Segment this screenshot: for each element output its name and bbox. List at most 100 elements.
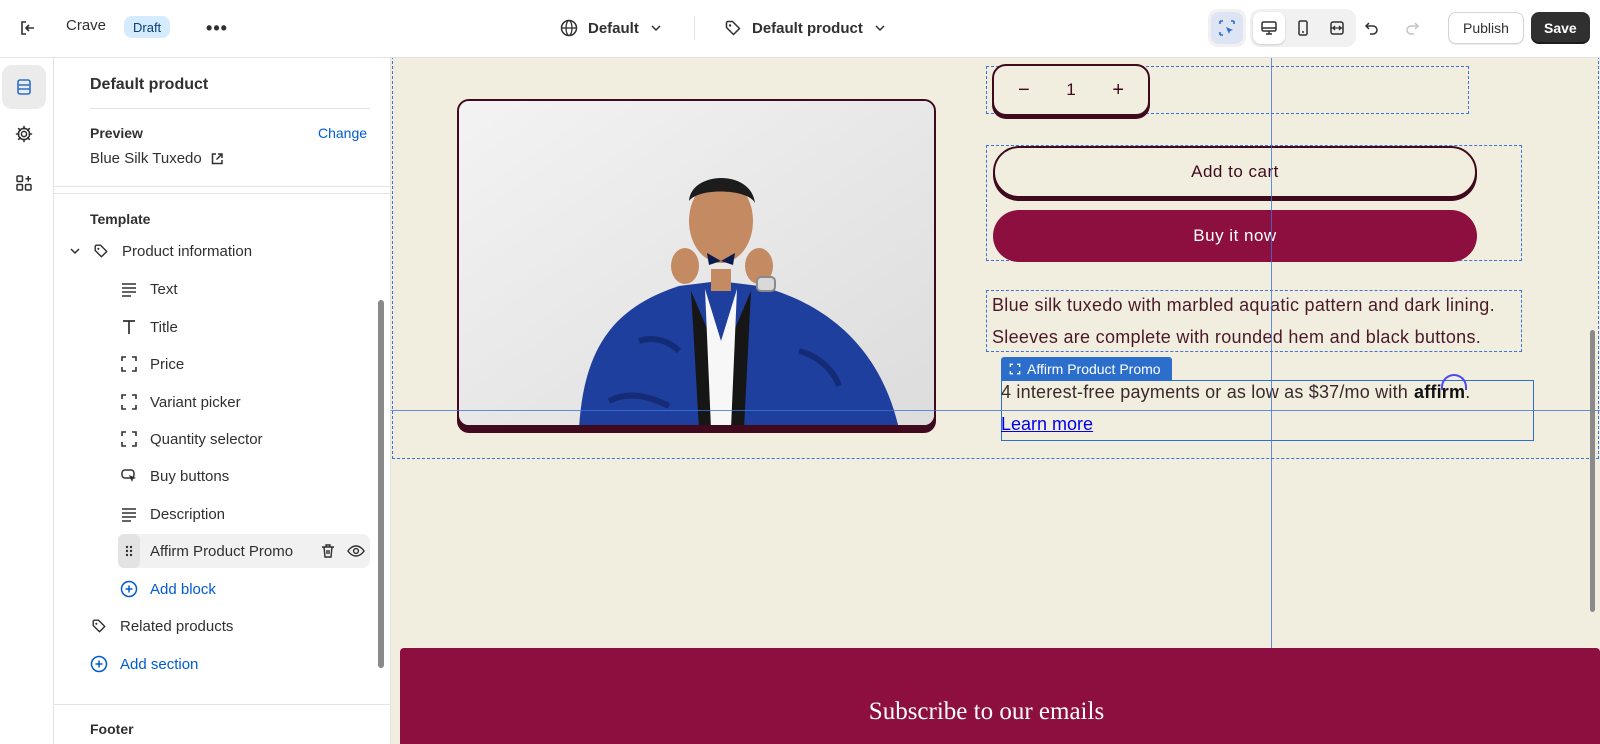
tag-icon bbox=[88, 615, 110, 637]
mobile-icon bbox=[1298, 20, 1308, 36]
affirm-logo: affirm bbox=[1414, 374, 1468, 403]
newsletter-section[interactable] bbox=[400, 648, 1600, 744]
sidebar-scrollbar[interactable] bbox=[378, 300, 384, 668]
toggle-visibility-button[interactable] bbox=[342, 543, 370, 559]
block-buy-buttons[interactable]: Buy buttons bbox=[118, 459, 229, 493]
redo-icon bbox=[1406, 22, 1420, 35]
apps-tab[interactable] bbox=[2, 161, 46, 205]
add-block-button[interactable]: Add block bbox=[118, 572, 216, 606]
add-circle-icon bbox=[118, 578, 140, 600]
delete-block-button[interactable] bbox=[314, 543, 342, 559]
drag-handle-icon[interactable] bbox=[118, 534, 140, 568]
decrease-quantity-button[interactable]: − bbox=[1018, 79, 1030, 102]
block-label: Text bbox=[150, 280, 178, 298]
section-label: Product information bbox=[122, 242, 253, 260]
increase-quantity-button[interactable]: + bbox=[1112, 79, 1124, 102]
inspector-button[interactable] bbox=[1211, 12, 1243, 44]
sections-icon bbox=[17, 79, 31, 95]
block-text[interactable]: Text bbox=[118, 272, 178, 306]
block-label: Buy buttons bbox=[150, 467, 230, 485]
inspector-toggle-group bbox=[1208, 9, 1246, 47]
desktop-view-button[interactable] bbox=[1253, 12, 1285, 44]
block-label: Affirm Product Promo bbox=[150, 542, 294, 560]
external-link-icon bbox=[211, 152, 223, 164]
divider bbox=[54, 193, 390, 194]
preview-canvas: − 1 + Add to cart Buy it now Blue silk t… bbox=[391, 58, 1600, 744]
quantity-value[interactable]: 1 bbox=[1066, 80, 1075, 100]
publish-button[interactable]: Publish bbox=[1448, 12, 1524, 44]
sections-tab[interactable] bbox=[2, 65, 46, 109]
footer-heading: Footer bbox=[90, 721, 134, 737]
tag-icon bbox=[90, 240, 112, 262]
eye-icon bbox=[347, 545, 365, 557]
affirm-promo-selection-tag[interactable]: Affirm Product Promo bbox=[1001, 357, 1172, 381]
block-title[interactable]: Title bbox=[118, 310, 178, 344]
block-label: Description bbox=[150, 505, 226, 523]
change-preview-link[interactable]: Change bbox=[318, 125, 367, 141]
chevron-down-icon bbox=[875, 25, 885, 32]
product-image[interactable] bbox=[457, 99, 936, 427]
more-icon: ••• bbox=[206, 17, 228, 38]
divider bbox=[54, 186, 390, 187]
add-circle-icon bbox=[88, 653, 110, 675]
divider bbox=[90, 108, 370, 109]
affirm-promo-message: 4 interest-free payments or as low as $3… bbox=[1001, 374, 1470, 403]
tag-icon bbox=[725, 20, 741, 36]
add-section-button[interactable]: Add section bbox=[88, 647, 198, 681]
text-lines-icon bbox=[118, 278, 140, 300]
section-product-information[interactable]: Product information bbox=[68, 234, 252, 268]
theme-settings-tab[interactable] bbox=[2, 112, 46, 156]
redo-button[interactable] bbox=[1398, 14, 1426, 42]
undo-icon bbox=[1364, 22, 1378, 35]
block-variant-picker[interactable]: Variant picker bbox=[118, 385, 241, 419]
status-badge: Draft bbox=[124, 16, 171, 38]
add-to-cart-button[interactable]: Add to cart bbox=[993, 146, 1477, 198]
chevron-down-icon[interactable] bbox=[68, 244, 82, 258]
block-affirm-product-promo[interactable]: Affirm Product Promo bbox=[118, 534, 370, 568]
block-label: Quantity selector bbox=[150, 430, 263, 448]
icon-rail bbox=[0, 58, 54, 744]
block-price[interactable]: Price bbox=[118, 347, 184, 381]
description-line: Blue silk tuxedo with marbled aquatic pa… bbox=[992, 295, 1495, 315]
viewport-toggle-group bbox=[1250, 9, 1356, 47]
block-icon bbox=[118, 428, 140, 450]
theme-selector[interactable]: Default bbox=[560, 14, 663, 42]
promo-tag-label: Affirm Product Promo bbox=[1027, 361, 1161, 377]
exit-button[interactable] bbox=[14, 14, 42, 42]
preview-label: Preview bbox=[90, 125, 143, 141]
gear-icon bbox=[15, 125, 33, 143]
alignment-guide-vertical bbox=[1271, 58, 1272, 744]
chevron-down-icon bbox=[651, 25, 661, 32]
description-line: Sleeves are complete with rounded hem an… bbox=[992, 327, 1482, 347]
preview-product[interactable]: Blue Silk Tuxedo bbox=[90, 150, 224, 167]
template-selector[interactable]: Default product bbox=[724, 14, 887, 42]
product-description: Blue silk tuxedo with marbled aquatic pa… bbox=[992, 289, 1522, 353]
buy-it-now-button[interactable]: Buy it now bbox=[993, 210, 1477, 262]
more-button[interactable]: ••• bbox=[203, 14, 231, 42]
block-label: Variant picker bbox=[150, 393, 241, 411]
fullwidth-view-button[interactable] bbox=[1321, 12, 1353, 44]
block-icon bbox=[1009, 363, 1021, 375]
block-label: Price bbox=[150, 355, 185, 373]
save-button[interactable]: Save bbox=[1531, 12, 1590, 44]
app-name: Crave bbox=[66, 17, 107, 34]
desktop-icon bbox=[1261, 21, 1277, 35]
canvas-scrollbar[interactable] bbox=[1590, 330, 1595, 612]
add-block-label: Add block bbox=[150, 580, 216, 598]
add-section-label: Add section bbox=[120, 655, 199, 673]
mobile-view-button[interactable] bbox=[1287, 12, 1319, 44]
text-lines-icon bbox=[118, 503, 140, 525]
block-quantity-selector[interactable]: Quantity selector bbox=[118, 422, 263, 456]
template-label: Default product bbox=[752, 19, 863, 37]
preview-product-name: Blue Silk Tuxedo bbox=[90, 150, 202, 167]
apps-icon bbox=[16, 175, 32, 191]
block-description[interactable]: Description bbox=[118, 497, 225, 531]
template-heading: Template bbox=[90, 211, 151, 227]
undo-button[interactable] bbox=[1358, 14, 1386, 42]
learn-more-link[interactable]: Learn more bbox=[1001, 414, 1093, 435]
delete-icon bbox=[322, 544, 334, 558]
section-related-products[interactable]: Related products bbox=[88, 609, 233, 643]
alignment-guide-horizontal bbox=[391, 410, 1600, 411]
topbar-divider bbox=[694, 16, 695, 40]
block-label: Title bbox=[150, 318, 178, 336]
